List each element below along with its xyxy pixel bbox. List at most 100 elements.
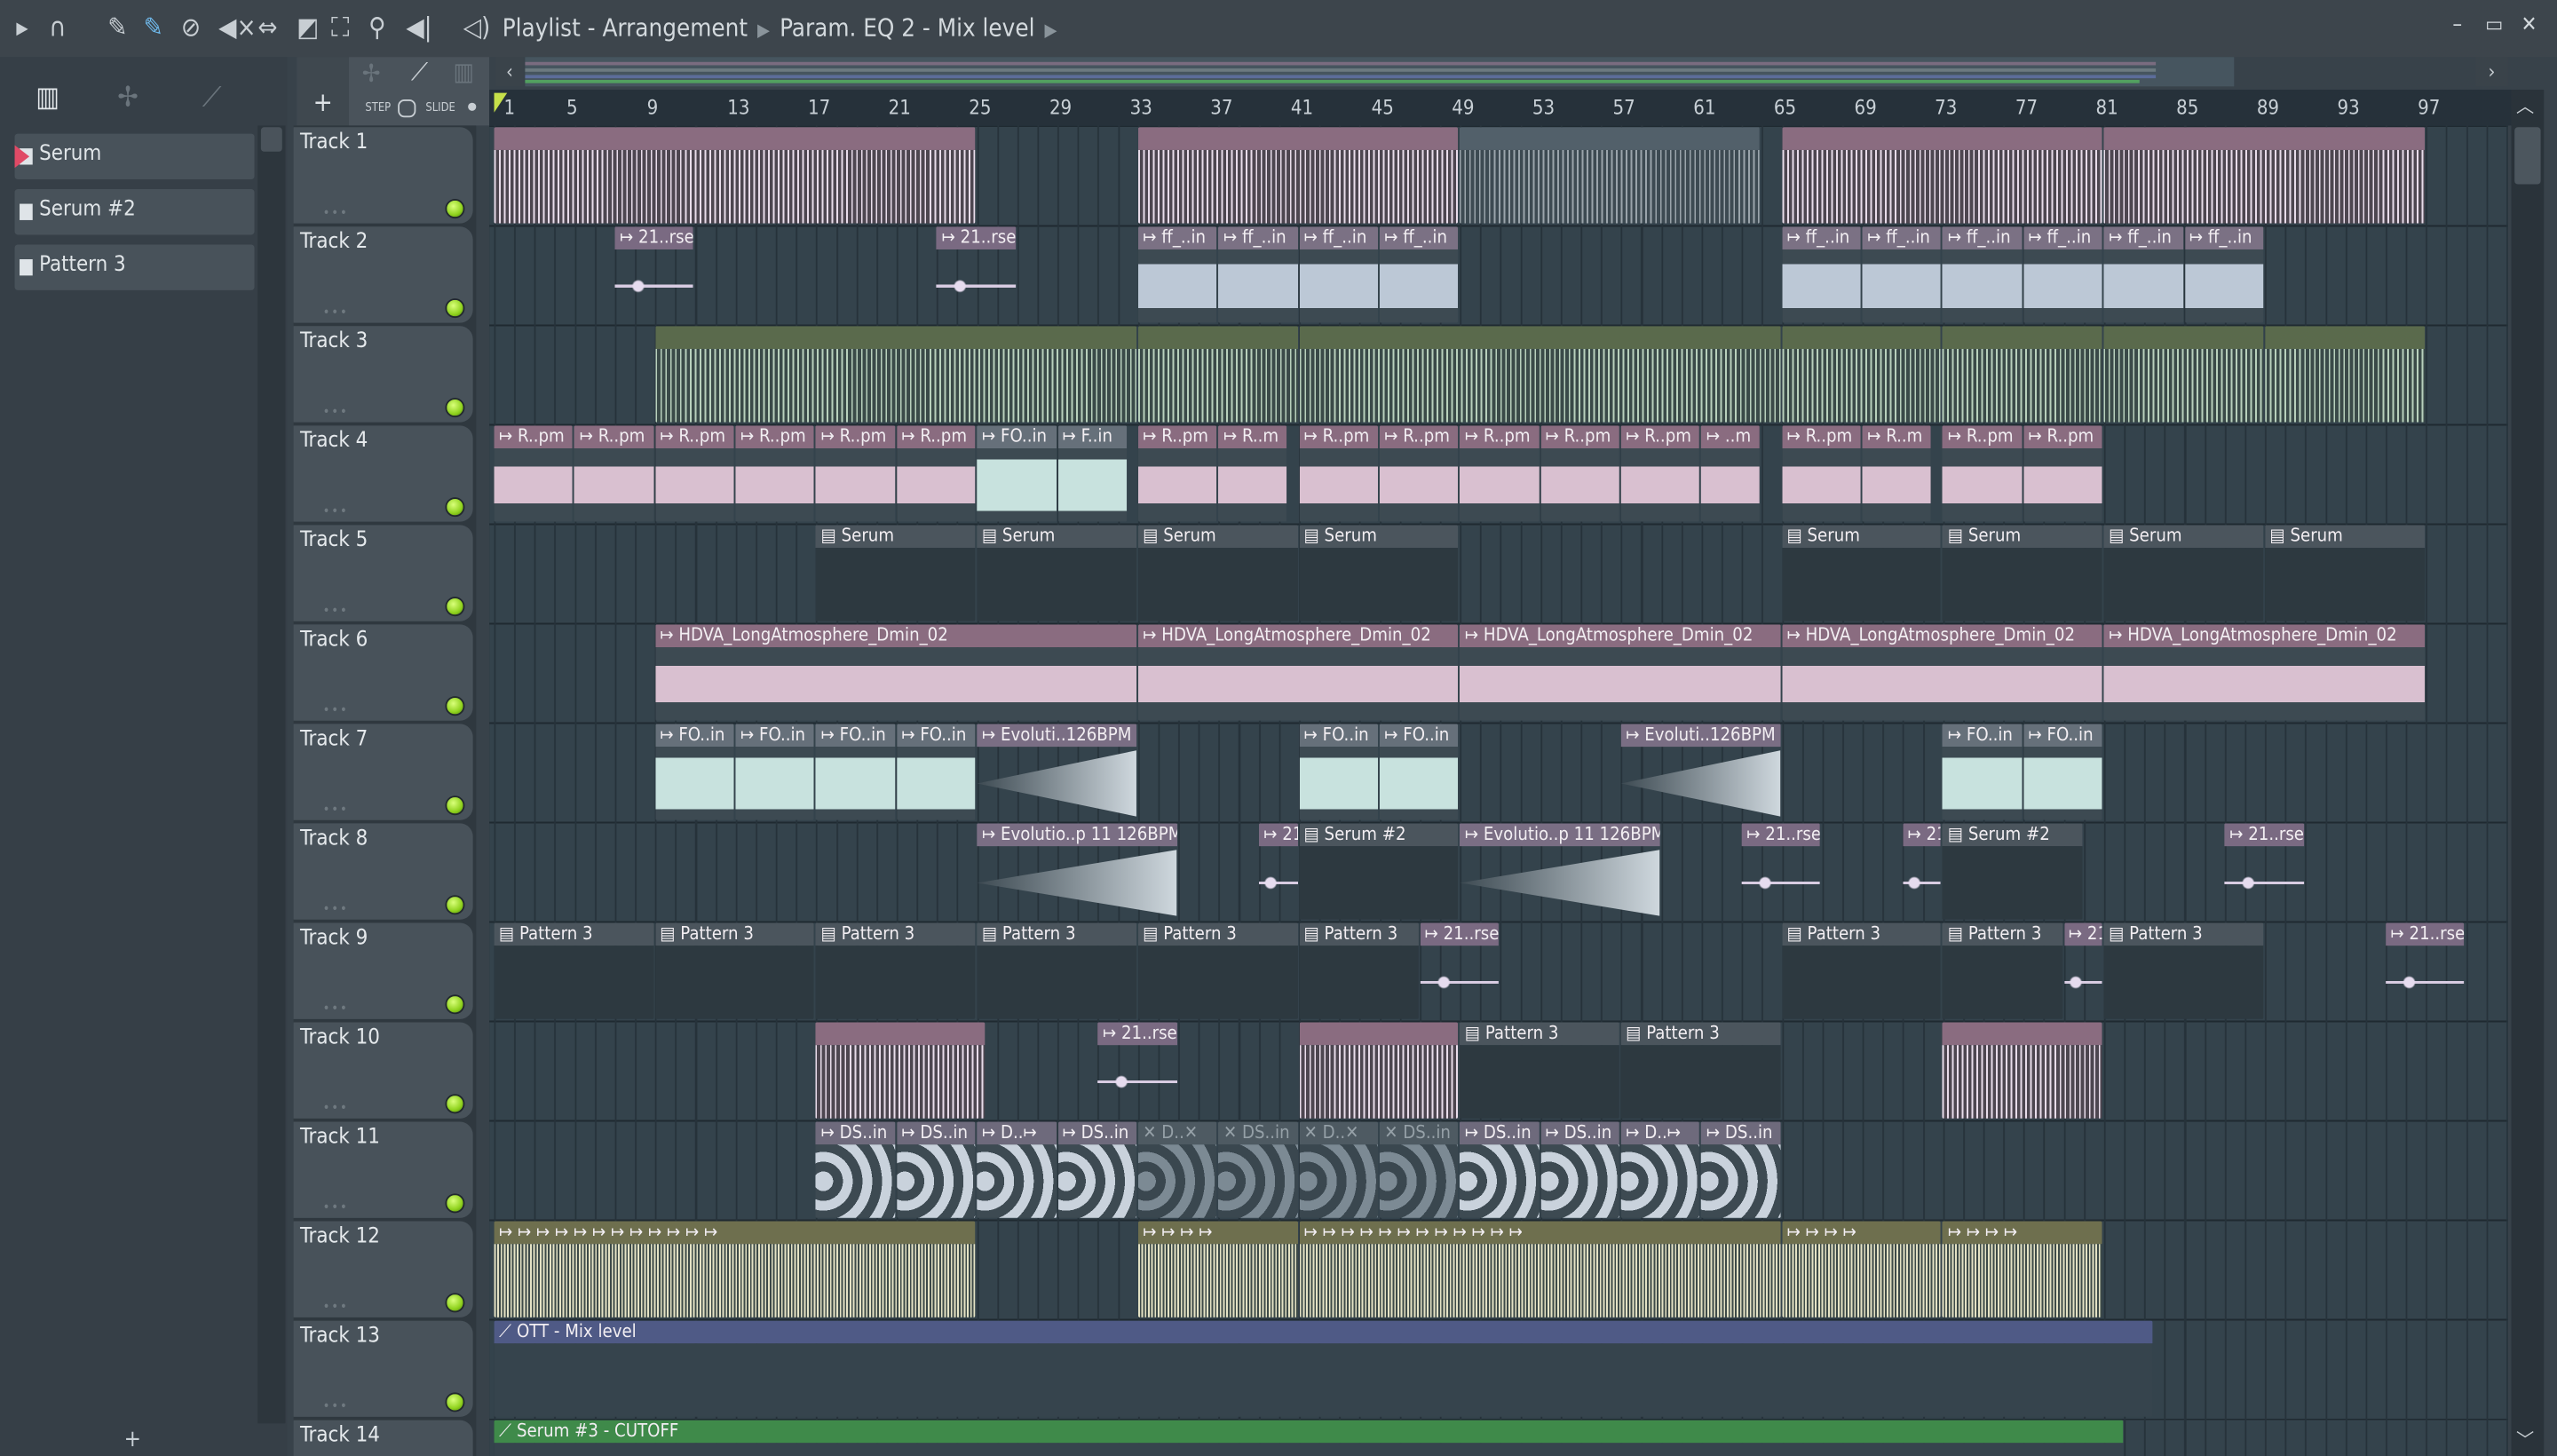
- audio-clip[interactable]: ↦ ff_..in: [2103, 226, 2183, 323]
- audio-clip[interactable]: ↦ ff_..in: [1218, 226, 1298, 323]
- track-grip-icon[interactable]: •••: [323, 1300, 349, 1315]
- slice-icon[interactable]: ◩: [297, 12, 319, 43]
- track-grip-icon[interactable]: •••: [323, 604, 349, 619]
- audio-clip[interactable]: ↦ HDVA_LongAtmosphere_Dmin_02: [1782, 624, 2102, 721]
- audio-clip[interactable]: ↦ FO..in: [1943, 724, 2023, 820]
- slide-toggle[interactable]: [468, 102, 477, 111]
- pattern-clip[interactable]: ▤ Pattern 3: [1299, 922, 1419, 1019]
- track-header[interactable]: Track 14•••: [293, 1420, 473, 1456]
- audio-clip[interactable]: ↦ R..pm: [1782, 425, 1861, 522]
- audio-clip[interactable]: ↦ R..pm: [1379, 425, 1459, 522]
- pattern-clip[interactable]: ▤ Pattern 3: [1137, 922, 1298, 1019]
- picker-item-serum-2[interactable]: Serum #2: [14, 189, 255, 235]
- picker-item-serum[interactable]: Serum: [14, 133, 255, 180]
- audio-clip[interactable]: ↦ D..↦: [977, 1121, 1057, 1218]
- pattern-clip[interactable]: ▤ Pattern 3: [816, 922, 976, 1019]
- audio-clip[interactable]: ↦ R..m: [1862, 425, 1932, 522]
- audio-clip[interactable]: ✕ D..✕: [1137, 1121, 1217, 1218]
- audio-clip[interactable]: ✕ DS..in: [1379, 1121, 1459, 1218]
- audio-clip[interactable]: [1460, 127, 1761, 224]
- audio-clip[interactable]: ↦ 21..rse: [937, 226, 1016, 323]
- audio-clip[interactable]: ↦ ff_..in: [2184, 226, 2264, 323]
- audio-clip[interactable]: [1943, 1022, 2102, 1119]
- automation-icon[interactable]: ⟋: [202, 82, 222, 115]
- audio-clip[interactable]: ↦ R..pm: [2023, 425, 2102, 522]
- track-enable-led[interactable]: [445, 199, 465, 219]
- audio-clip[interactable]: [1782, 326, 1942, 423]
- add-track-button[interactable]: +: [297, 57, 350, 126]
- mute-icon[interactable]: ◀×: [218, 12, 257, 43]
- track-header[interactable]: Track 5 •••: [293, 525, 473, 621]
- delete-icon[interactable]: ⊘: [181, 12, 201, 43]
- audio-clip[interactable]: ↦ ↦ ↦ ↦ ↦ ↦ ↦ ↦ ↦ ↦ ↦ ↦: [1299, 1221, 1781, 1318]
- track-header[interactable]: Track 6 •••: [293, 624, 473, 721]
- track-grip-icon[interactable]: •••: [323, 1101, 349, 1116]
- track-enable-led[interactable]: [445, 795, 465, 816]
- track-enable-led[interactable]: [445, 1293, 465, 1313]
- track-header[interactable]: Track 10 •••: [293, 1022, 473, 1119]
- track-header[interactable]: Track 12 •••: [293, 1221, 473, 1318]
- audio-clip[interactable]: ↦ R..pm: [1540, 425, 1619, 522]
- audio-clip[interactable]: ↦ 21..rse: [2386, 922, 2465, 1019]
- audio-clip[interactable]: ↦ 21: [1903, 823, 1942, 920]
- track-header[interactable]: Track 13 •••: [293, 1320, 473, 1417]
- audio-clip[interactable]: ↦ R..m: [1218, 425, 1287, 522]
- pattern-clip[interactable]: ▤ Serum: [977, 525, 1136, 621]
- audio-clip[interactable]: ↦ FO..in: [1379, 724, 1459, 820]
- picker-scroll-thumb[interactable]: [260, 127, 282, 152]
- track-enable-led[interactable]: [445, 298, 465, 319]
- vertical-scrollbar[interactable]: [2511, 90, 2545, 1456]
- audio-clip[interactable]: ↦ DS..in: [816, 1121, 895, 1218]
- pattern-clip[interactable]: ▤ Pattern 3: [1943, 922, 2062, 1019]
- track-enable-led[interactable]: [445, 994, 465, 1015]
- track-grip-icon[interactable]: •••: [323, 803, 349, 818]
- pattern-clip[interactable]: ▤ Serum: [1782, 525, 1942, 621]
- picker-scrollbar[interactable]: [257, 125, 286, 1424]
- track-grip-icon[interactable]: •••: [323, 1001, 349, 1017]
- audio-clip[interactable]: ↦ ff_..in: [1299, 226, 1378, 323]
- audio-clip[interactable]: ↦ ff_..in: [1862, 226, 1942, 323]
- audio-clip[interactable]: ↦ DS..in: [896, 1121, 976, 1218]
- pattern-clip[interactable]: ▤ Serum: [816, 525, 976, 621]
- audio-clip[interactable]: ↦ 21..rse: [2224, 823, 2304, 920]
- audio-clip[interactable]: ↦ Evoluti..126BPM: [977, 724, 1136, 819]
- vertical-scroll-thumb[interactable]: [2514, 127, 2541, 185]
- track-header[interactable]: Track 1 •••: [293, 127, 473, 224]
- audio-clip[interactable]: ↦ R..pm: [735, 425, 815, 522]
- pattern-clip[interactable]: ▤ Pattern 3: [2103, 922, 2264, 1019]
- pattern-clip[interactable]: ▤ Serum #2: [1943, 823, 2083, 920]
- pattern-clip[interactable]: ▤ Pattern 3: [1460, 1022, 1619, 1119]
- automation-clip[interactable]: ⟋ Serum #3 - CUTOFF: [494, 1420, 2123, 1456]
- track-enable-led[interactable]: [445, 398, 465, 418]
- scroll-up-icon[interactable]: ︿: [2516, 93, 2534, 119]
- audio-clip[interactable]: ↦ DS..in: [1701, 1121, 1781, 1218]
- playhead-marker-icon[interactable]: [494, 92, 508, 113]
- pattern-clip[interactable]: ▤ Serum: [2265, 525, 2425, 621]
- minimize-button[interactable]: –: [2452, 13, 2462, 38]
- audio-clip[interactable]: ↦ R..pm: [816, 425, 895, 522]
- audio-clip[interactable]: ↦ D..↦: [1620, 1121, 1700, 1218]
- audio-clip[interactable]: ↦ HDVA_LongAtmosphere_Dmin_02: [654, 624, 1136, 721]
- close-button[interactable]: ✕: [2521, 13, 2537, 38]
- pattern-clip[interactable]: ▤ Pattern 3: [1620, 1022, 1781, 1119]
- pattern-clip[interactable]: ▤ Pattern 3: [494, 922, 654, 1019]
- speaker-icon[interactable]: ◁): [463, 12, 491, 43]
- audio-clip[interactable]: ↦ 21..rse: [1420, 922, 1499, 1019]
- audio-clip[interactable]: ↦ R..pm: [1299, 425, 1378, 522]
- audio-clip[interactable]: ↦ R..pm: [494, 425, 574, 522]
- track-header[interactable]: Track 11 •••: [293, 1121, 473, 1218]
- automation-clip[interactable]: ⟋ OTT - Mix level: [494, 1320, 2153, 1417]
- audio-clip[interactable]: [1299, 326, 1781, 423]
- pattern-clip[interactable]: ▤ Pattern 3: [1782, 922, 1942, 1019]
- audio-clip[interactable]: ↦ FO..in: [735, 724, 815, 820]
- track-header[interactable]: Track 8 •••: [293, 823, 473, 920]
- track-grip-icon[interactable]: •••: [323, 503, 349, 518]
- audio-clip[interactable]: ↦ ↦ ↦ ↦: [1137, 1221, 1298, 1318]
- track-enable-led[interactable]: [445, 497, 465, 518]
- track-header[interactable]: Track 2 •••: [293, 226, 473, 323]
- piano-icon[interactable]: ▥: [36, 82, 59, 115]
- audio-clip[interactable]: [2265, 326, 2425, 423]
- audio-clip[interactable]: ↦ HDVA_LongAtmosphere_Dmin_02: [1137, 624, 1459, 721]
- audio-wave-icon[interactable]: ✢: [362, 59, 381, 88]
- scroll-down-icon[interactable]: ﹀: [2516, 1427, 2534, 1452]
